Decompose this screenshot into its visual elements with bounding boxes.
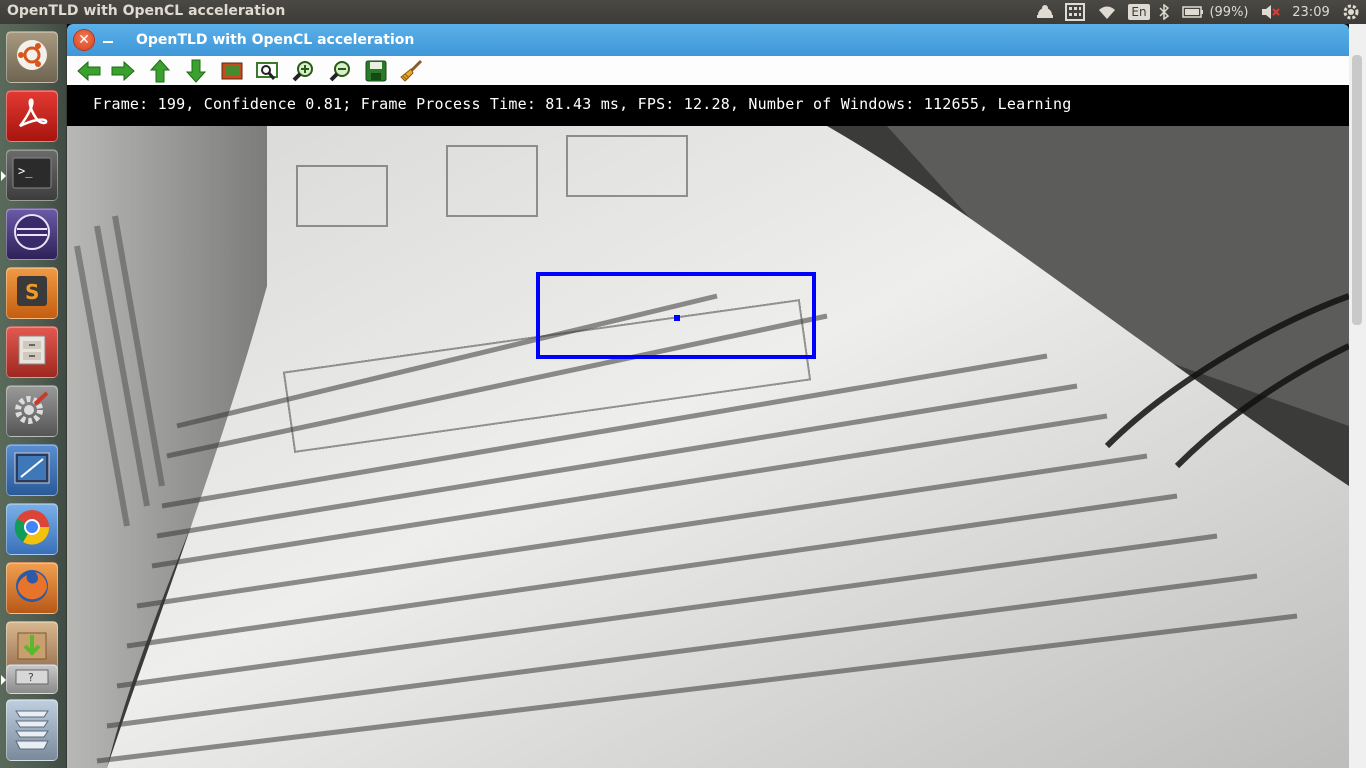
up-arrow-icon[interactable]	[148, 59, 172, 83]
adobe-reader-icon	[14, 96, 50, 136]
sublime-text-icon: S	[14, 273, 50, 313]
back-arrow-icon[interactable]	[77, 59, 101, 83]
save-icon[interactable]	[364, 59, 388, 83]
tracking-center-point	[674, 315, 680, 321]
panel-app-title: OpenTLD with OpenCL acceleration	[7, 3, 286, 19]
archive-install-icon	[14, 627, 50, 667]
keyboard-grid-icon[interactable]	[1064, 0, 1086, 24]
keyboard-layout-label: En	[1128, 4, 1150, 20]
workspace-switcher-icon	[13, 451, 51, 489]
launcher: >_ S ?	[0, 24, 66, 768]
close-icon: ✕	[78, 32, 90, 48]
svg-text:>_: >_	[18, 164, 33, 178]
zoom-fit-icon[interactable]	[255, 59, 279, 83]
launcher-system-settings[interactable]	[6, 385, 58, 437]
launcher-workspaces-stack[interactable]	[6, 699, 58, 761]
svg-text:S: S	[25, 280, 39, 304]
clear-broom-icon[interactable]	[399, 59, 423, 83]
zoom-out-icon[interactable]	[328, 59, 352, 83]
image-icon[interactable]	[220, 59, 244, 83]
minimize-button[interactable]	[103, 41, 113, 43]
keyboard-layout-indicator[interactable]: En	[1128, 0, 1150, 24]
window-titlebar[interactable]: ✕ OpenTLD with OpenCL acceleration	[67, 24, 1349, 56]
app-window: ✕ OpenTLD with OpenCL acceleration Frame…	[67, 24, 1349, 768]
launcher-chrome[interactable]	[6, 503, 58, 555]
launcher-eclipse[interactable]	[6, 208, 58, 260]
unknown-drive-icon: ?	[14, 666, 50, 692]
svg-text:?: ?	[28, 671, 34, 684]
dash-button[interactable]	[6, 31, 58, 83]
close-button[interactable]: ✕	[74, 30, 94, 50]
video-canvas[interactable]: Frame: 199, Confidence 0.81; Frame Proce…	[67, 85, 1349, 768]
session-gear-icon[interactable]	[1340, 0, 1362, 24]
eclipse-icon	[13, 213, 51, 255]
update-notifier-icon[interactable]	[1033, 0, 1057, 24]
zoom-in-icon[interactable]	[291, 59, 315, 83]
bluetooth-icon[interactable]	[1156, 0, 1172, 24]
window-title: OpenTLD with OpenCL acceleration	[136, 32, 415, 48]
launcher-workspace-switcher[interactable]	[6, 444, 58, 496]
clock[interactable]: 23:09	[1290, 0, 1332, 24]
launcher-unknown-drive[interactable]: ?	[1, 664, 58, 694]
book-page-graphic	[67, 126, 1349, 768]
launcher-firefox[interactable]	[6, 562, 58, 614]
scrollbar-thumb[interactable]	[1352, 55, 1362, 325]
launcher-terminal[interactable]: >_	[1, 149, 58, 201]
trash-stack-icon	[12, 703, 52, 757]
down-arrow-icon[interactable]	[184, 59, 208, 83]
camera-frame-image	[67, 126, 1349, 768]
running-indicator	[1, 675, 6, 685]
file-cabinet-icon	[15, 333, 49, 371]
battery-percent: (99%)	[1209, 4, 1249, 20]
battery-icon[interactable]	[1181, 0, 1205, 24]
running-indicator	[1, 171, 6, 181]
wifi-icon[interactable]	[1096, 0, 1118, 24]
launcher-file-cabinet[interactable]	[6, 326, 58, 378]
forward-arrow-icon[interactable]	[111, 59, 135, 83]
top-panel: OpenTLD with OpenCL acceleration En (99%…	[0, 0, 1366, 24]
tracking-status-text: Frame: 199, Confidence 0.81; Frame Proce…	[93, 95, 1072, 113]
launcher-sublime-text[interactable]: S	[6, 267, 58, 319]
toolbar	[67, 56, 1349, 86]
terminal-icon: >_	[12, 157, 52, 193]
firefox-icon	[13, 567, 51, 609]
dash-icon	[15, 38, 49, 76]
volume-muted-icon[interactable]	[1259, 0, 1281, 24]
launcher-adobe-reader[interactable]	[6, 90, 58, 142]
system-settings-icon	[13, 390, 51, 432]
chrome-icon	[13, 508, 51, 550]
